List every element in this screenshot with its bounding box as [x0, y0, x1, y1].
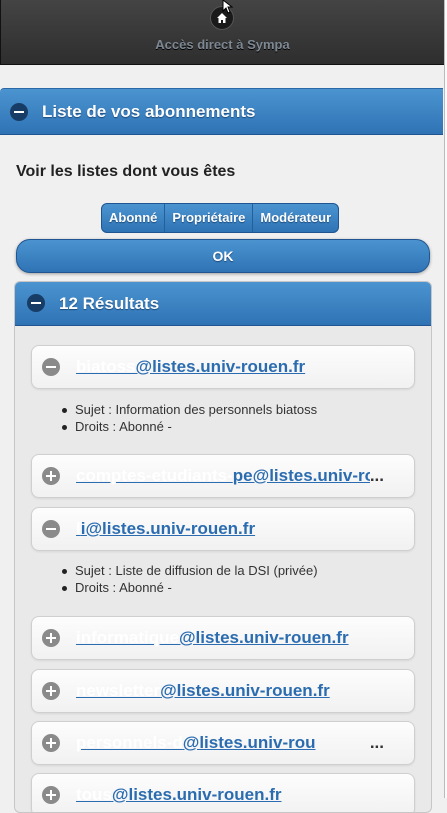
- expand-icon: [42, 467, 60, 485]
- ellipsis: ...: [369, 466, 384, 485]
- subscriptions-header[interactable]: Liste de vos abonnements: [0, 88, 443, 135]
- list-item[interactable]: comptes-etudiants-pe@listes.univ-ro ...: [31, 454, 415, 498]
- ellipsis: ...: [369, 733, 384, 752]
- list-address-link[interactable]: newsletter@listes.univ-rouen.fr: [76, 681, 388, 701]
- list-item[interactable]: li@listes.univ-rouen.fr: [31, 507, 415, 551]
- results-header[interactable]: 12 Résultats: [15, 282, 431, 326]
- filter-abonne[interactable]: Abonné: [102, 204, 164, 232]
- list-details: Sujet : Information des personnels biato…: [61, 401, 318, 435]
- mouse-cursor-icon: [222, 0, 234, 14]
- ok-button[interactable]: OK: [16, 239, 430, 273]
- list-subject: Sujet : Liste de diffusion de la DSI (pr…: [62, 563, 318, 578]
- results-title: 12 Résultats: [59, 294, 160, 313]
- list-rights: Droits : Abonné -: [62, 579, 318, 596]
- list-address-link[interactable]: biatoss@listes.univ-rouen.fr: [76, 357, 388, 377]
- collapse-icon: [42, 358, 60, 376]
- list-item[interactable]: biatoss@listes.univ-rouen.fr: [31, 345, 415, 389]
- role-filter: Abonné Propriétaire Modérateur: [101, 203, 340, 233]
- filter-moderateur[interactable]: Modérateur: [252, 204, 338, 232]
- collapse-icon: [42, 520, 60, 538]
- section-title: Liste de vos abonnements: [42, 102, 256, 121]
- topbar-title[interactable]: Accès direct à Sympa: [1, 37, 444, 52]
- list-rights: Droits : Abonné -: [61, 418, 317, 435]
- expand-icon: [42, 786, 60, 804]
- results-panel: 12 Résultats biatoss@listes.univ-rouen.f…: [14, 281, 432, 813]
- list-item[interactable]: tous@listes.univ-rouen.fr: [31, 773, 415, 812]
- collapse-icon: [27, 294, 45, 312]
- list-item[interactable]: newsletter@listes.univ-rouen.fr: [31, 669, 415, 713]
- list-address-link[interactable]: tous@listes.univ-rouen.fr: [76, 785, 388, 805]
- expand-icon: [42, 629, 60, 647]
- list-subject: Sujet : Information des personnels biato…: [61, 402, 318, 417]
- collapse-icon: [10, 103, 28, 121]
- expand-icon: [42, 734, 60, 752]
- filter-proprietaire[interactable]: Propriétaire: [164, 204, 252, 232]
- list-address-link[interactable]: personnels-d@listes.univ-rou: [76, 733, 370, 753]
- list-address-link[interactable]: li@listes.univ-rouen.fr: [76, 519, 388, 539]
- list-item[interactable]: informatique@listes.univ-rouen.fr: [31, 616, 415, 660]
- list-details: Sujet : Liste de diffusion de la DSI (pr…: [62, 562, 318, 596]
- expand-icon: [42, 682, 60, 700]
- filter-label: Voir les listes dont vous êtes: [16, 163, 236, 180]
- list-address-link[interactable]: informatique@listes.univ-rouen.fr: [76, 628, 388, 648]
- list-address-link[interactable]: comptes-etudiants-pe@listes.univ-ro: [76, 466, 370, 486]
- list-item[interactable]: personnels-d@listes.univ-rou ...: [31, 721, 415, 765]
